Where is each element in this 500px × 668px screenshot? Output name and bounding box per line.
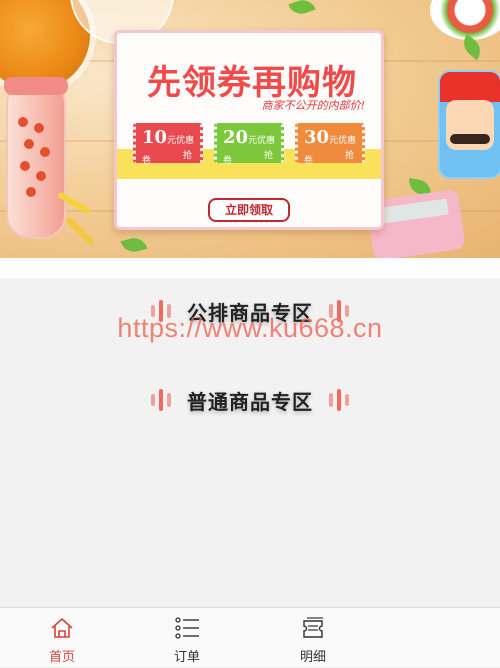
coupon-grab-label: 抢 [263,151,273,161]
coupon-20[interactable]: 20元优惠卷 抢 [214,123,284,166]
promo-banner[interactable]: 先领券再购物 商家不公开的内部价! 10元优惠卷 抢 20元优惠卷 抢 30元优… [0,0,500,258]
juicer-bottle-image [4,77,68,239]
claim-now-button[interactable]: 立即领取 [208,198,290,222]
home-icon [51,618,73,638]
leaf-image [288,0,316,18]
list-icon [175,617,199,639]
bars-right-icon [329,389,349,411]
salad-plate-image [430,0,500,40]
coupon-30[interactable]: 30元优惠卷 抢 [295,123,365,166]
divider-strip [0,258,500,278]
coupon-amount: 10 [142,127,168,148]
tab-label: 订单 [173,650,200,665]
zone-label: 普通商品专区 [187,389,313,414]
tab-home[interactable]: 首页 [12,608,112,668]
watermark-text: https://www.ku668.cn [117,313,383,343]
ticket-icon [303,617,323,638]
tab-details[interactable]: 明细 [263,608,363,668]
banner-subtitle: 商家不公开的内部价! [261,99,365,112]
coupon-grab-label: 抢 [344,151,354,161]
leaf-image [120,235,148,255]
pencil-image [65,216,95,246]
bars-left-icon [151,389,171,411]
tab-orders[interactable]: 订单 [137,608,237,668]
coupon-card: 先领券再购物 商家不公开的内部价! 10元优惠卷 抢 20元优惠卷 抢 30元优… [114,30,384,230]
coupon-amount: 20 [223,127,249,148]
coupon-amount: 30 [304,127,330,148]
tab-label: 首页 [48,650,75,665]
bottom-tab-bar: 首页 订单 明细 [0,607,500,667]
zone-regular-products[interactable]: 普通商品专区 [0,380,500,420]
coupon-10[interactable]: 10元优惠卷 抢 [133,123,203,166]
phone-case-image [438,70,500,179]
coupon-grab-label: 抢 [182,151,192,161]
tab-label: 明细 [299,650,326,665]
